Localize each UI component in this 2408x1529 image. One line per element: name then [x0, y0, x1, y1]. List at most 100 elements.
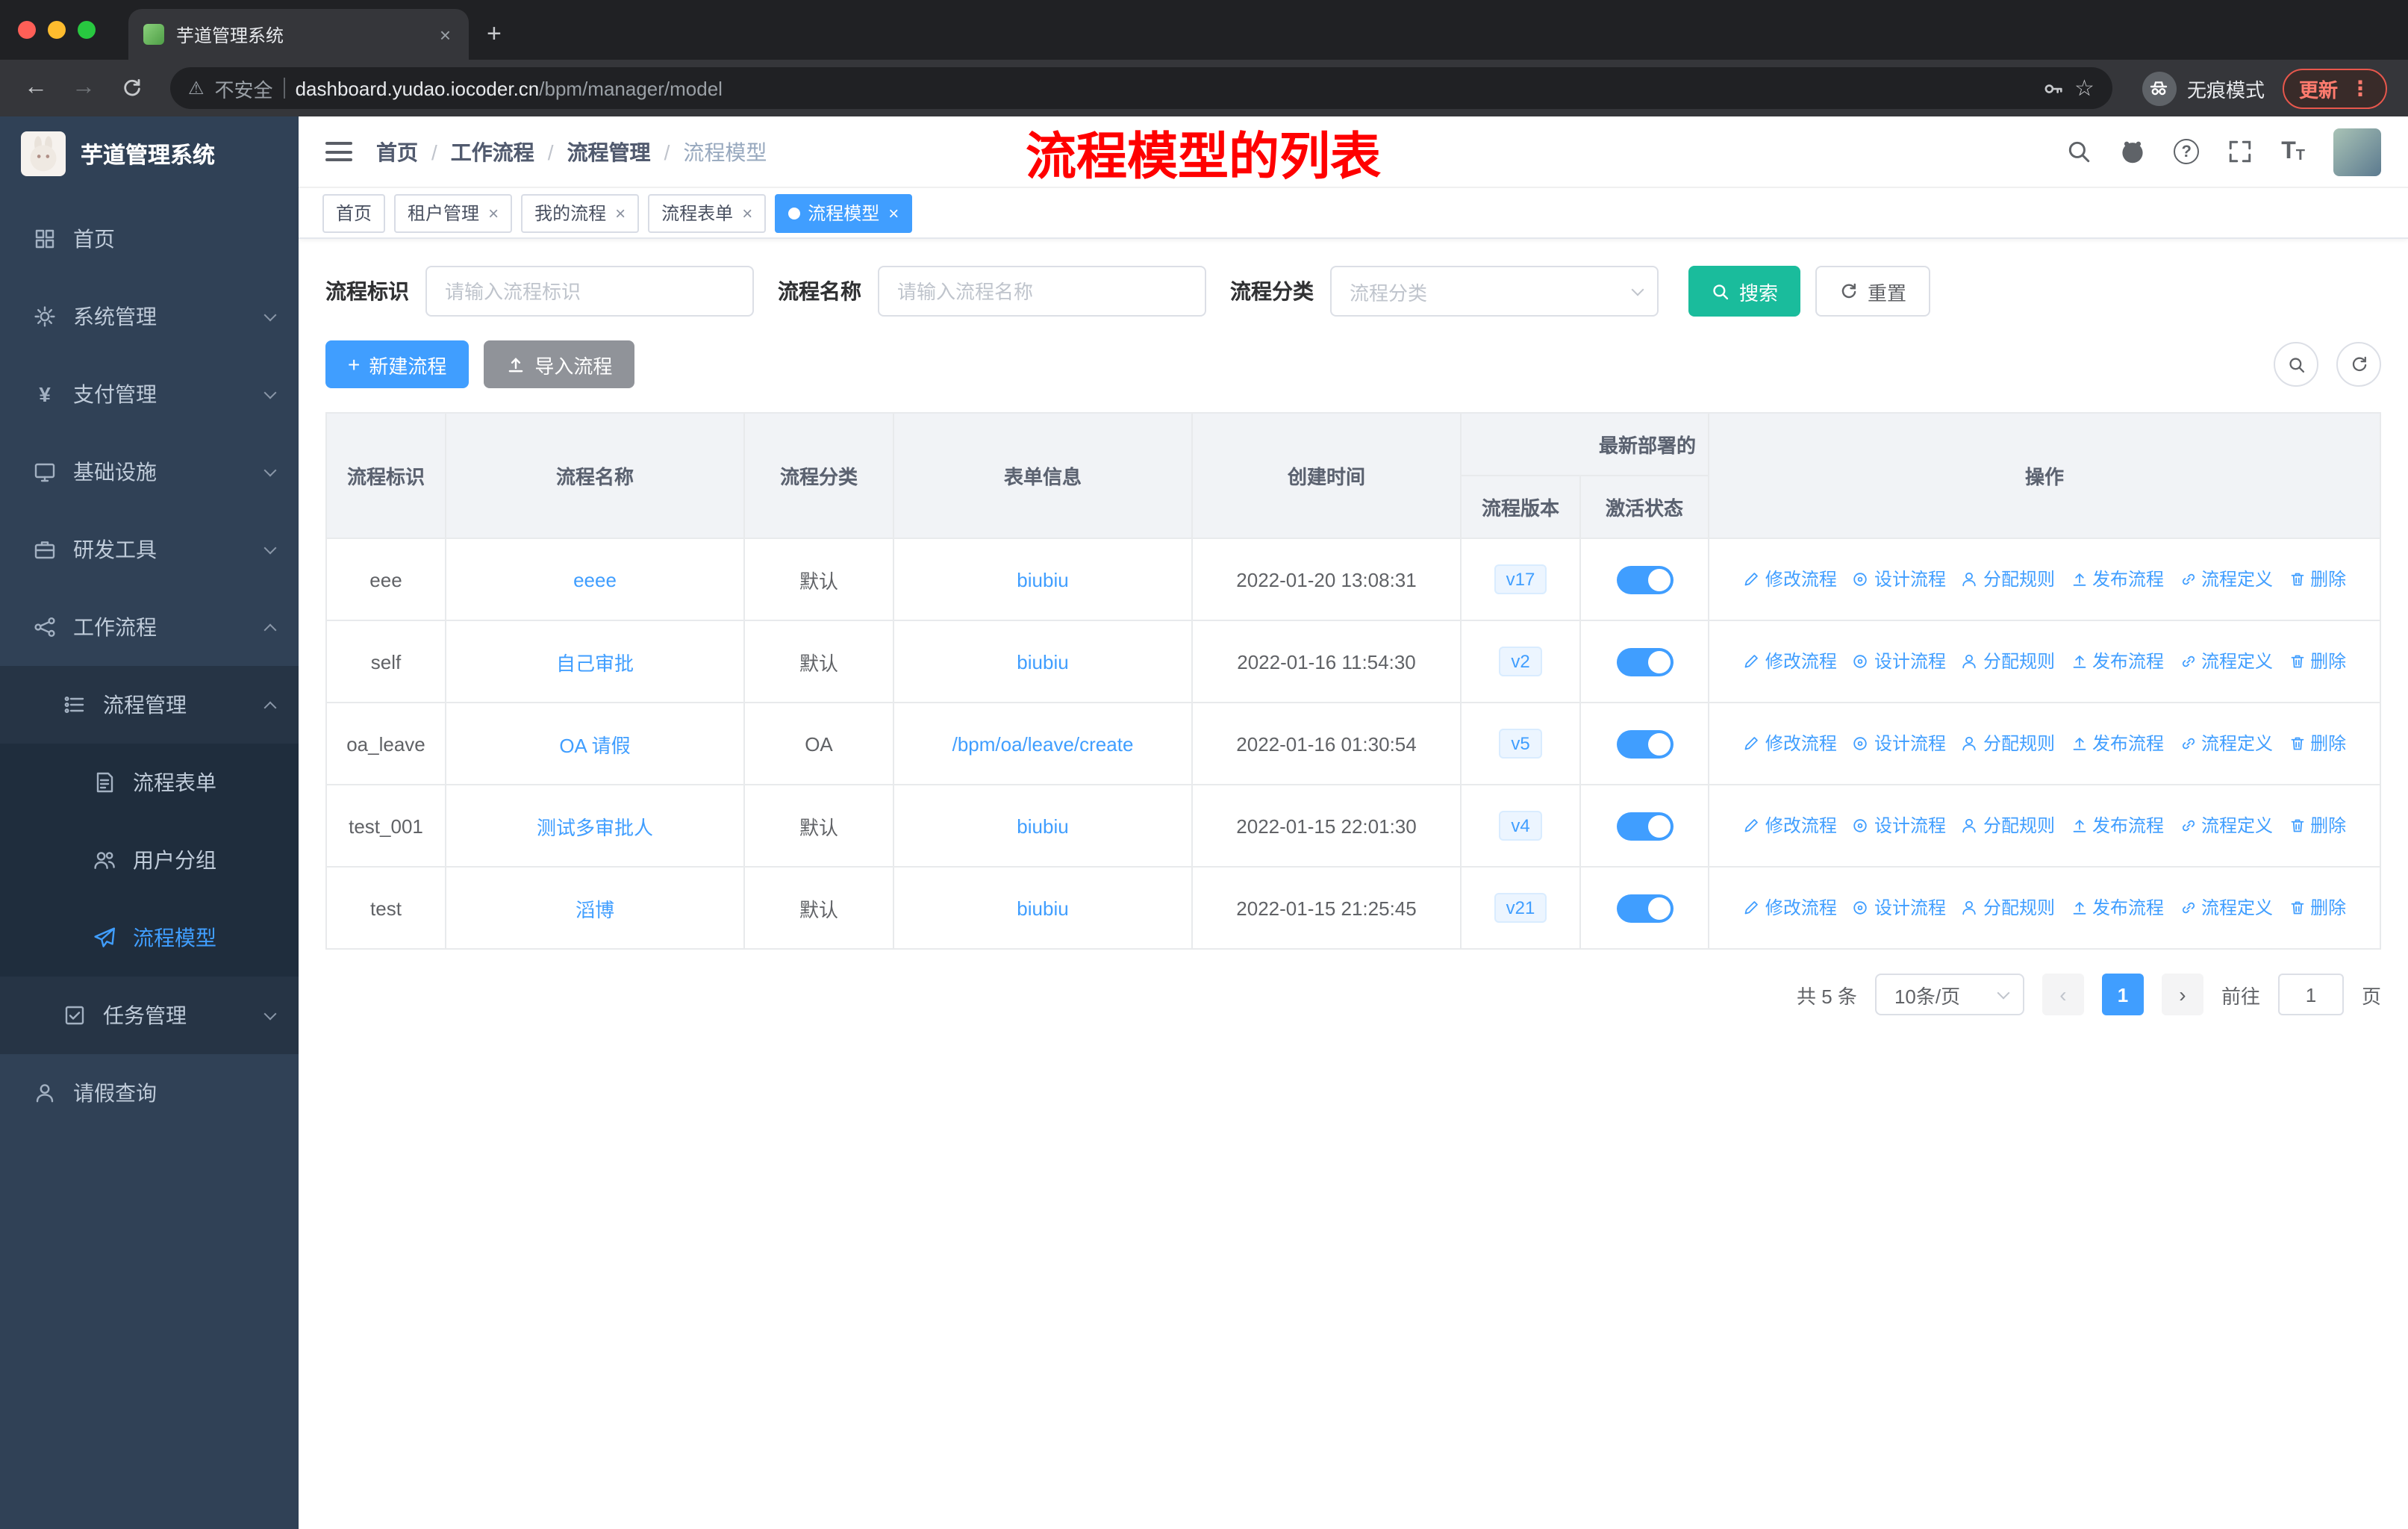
page-size-select[interactable]: 10条/页 [1874, 974, 2024, 1015]
action-assign-rule-link[interactable]: 分配规则 [1961, 567, 2055, 592]
active-toggle[interactable] [1616, 647, 1673, 676]
browser-menu-icon[interactable]: ⋮ [2350, 75, 2371, 101]
action-design-link[interactable]: 设计流程 [1852, 567, 1946, 592]
user-avatar[interactable] [2333, 128, 2381, 175]
sidebar-item-user-group[interactable]: 用户分组 [0, 821, 299, 899]
model-name-link[interactable]: OA 请假 [559, 734, 630, 756]
reload-button[interactable] [110, 67, 152, 109]
import-process-button[interactable]: 导入流程 [484, 340, 635, 388]
action-design-link[interactable]: 设计流程 [1852, 813, 1946, 838]
action-definition-link[interactable]: 流程定义 [2179, 567, 2273, 592]
back-button[interactable]: ← [15, 67, 57, 109]
create-process-button[interactable]: + 新建流程 [325, 340, 470, 388]
breadcrumb-workflow[interactable]: 工作流程 [451, 137, 534, 166]
sidebar-item-system-management[interactable]: 系统管理 [0, 278, 299, 355]
sidebar-item-home[interactable]: 首页 [0, 200, 299, 278]
github-icon[interactable] [2120, 139, 2145, 164]
browser-tab[interactable]: 芋道管理系统 × [128, 9, 469, 60]
action-publish-link[interactable]: 发布流程 [2070, 731, 2164, 756]
action-edit-link[interactable]: 修改流程 [1743, 813, 1837, 838]
form-info-link[interactable]: biubiu [1017, 815, 1068, 837]
tag-tenant-management[interactable]: 租户管理 × [394, 193, 513, 232]
password-key-icon[interactable] [2042, 77, 2064, 99]
action-assign-rule-link[interactable]: 分配规则 [1961, 731, 2055, 756]
action-publish-link[interactable]: 发布流程 [2070, 813, 2164, 838]
action-delete-link[interactable]: 删除 [2288, 649, 2346, 674]
form-info-link[interactable]: biubiu [1017, 650, 1068, 673]
help-icon[interactable]: ? [2174, 139, 2200, 164]
action-delete-link[interactable]: 删除 [2288, 731, 2346, 756]
action-definition-link[interactable]: 流程定义 [2179, 649, 2273, 674]
action-design-link[interactable]: 设计流程 [1852, 731, 1946, 756]
sidebar-item-dev-tools[interactable]: 研发工具 [0, 511, 299, 588]
sidebar-item-payment-management[interactable]: ¥ 支付管理 [0, 355, 299, 433]
action-assign-rule-link[interactable]: 分配规则 [1961, 813, 2055, 838]
action-edit-link[interactable]: 修改流程 [1743, 567, 1837, 592]
sidebar-item-task-management[interactable]: 任务管理 [0, 977, 299, 1054]
new-tab-button[interactable]: + [469, 9, 520, 60]
tab-close-icon[interactable]: × [437, 23, 454, 46]
search-button[interactable]: 搜索 [1688, 266, 1801, 317]
tag-my-process[interactable]: 我的流程 × [521, 193, 640, 232]
toggle-search-button[interactable] [2274, 342, 2318, 387]
action-definition-link[interactable]: 流程定义 [2179, 895, 2273, 921]
breadcrumb-home[interactable]: 首页 [376, 137, 418, 166]
page-number-button[interactable]: 1 [2101, 974, 2144, 1015]
action-edit-link[interactable]: 修改流程 [1743, 731, 1837, 756]
refresh-table-button[interactable] [2336, 342, 2381, 387]
sidebar-item-infrastructure[interactable]: 基础设施 [0, 433, 299, 511]
process-name-input[interactable] [878, 266, 1206, 317]
active-toggle[interactable] [1616, 812, 1673, 840]
action-assign-rule-link[interactable]: 分配规则 [1961, 649, 2055, 674]
action-delete-link[interactable]: 删除 [2288, 567, 2346, 592]
breadcrumb-process-management[interactable]: 流程管理 [567, 137, 651, 166]
action-delete-link[interactable]: 删除 [2288, 813, 2346, 838]
close-icon[interactable]: × [487, 202, 499, 223]
font-size-icon[interactable]: TT [2281, 139, 2305, 164]
action-publish-link[interactable]: 发布流程 [2070, 895, 2164, 921]
forward-button[interactable]: → [63, 67, 105, 109]
model-name-link[interactable]: eeee [573, 568, 617, 591]
process-key-input[interactable] [425, 266, 754, 317]
action-design-link[interactable]: 设计流程 [1852, 895, 1946, 921]
sidebar-item-leave-query[interactable]: 请假查询 [0, 1054, 299, 1132]
action-publish-link[interactable]: 发布流程 [2070, 649, 2164, 674]
tag-process-form[interactable]: 流程表单 × [648, 193, 767, 232]
action-definition-link[interactable]: 流程定义 [2179, 731, 2273, 756]
window-zoom-button[interactable] [78, 21, 96, 39]
sidebar-toggle-icon[interactable] [325, 142, 352, 161]
prev-page-button[interactable]: ‹ [2042, 974, 2084, 1015]
form-info-link[interactable]: biubiu [1017, 897, 1068, 919]
action-edit-link[interactable]: 修改流程 [1743, 649, 1837, 674]
reset-button[interactable]: 重置 [1815, 266, 1931, 317]
tag-home[interactable]: 首页 [322, 193, 386, 232]
model-name-link[interactable]: 自己审批 [556, 652, 634, 674]
update-button[interactable]: 更新 ⋮ [2282, 68, 2387, 108]
search-icon[interactable] [2066, 139, 2092, 164]
process-category-select[interactable]: 流程分类 [1330, 266, 1659, 317]
form-info-link[interactable]: /bpm/oa/leave/create [952, 732, 1134, 755]
action-definition-link[interactable]: 流程定义 [2179, 813, 2273, 838]
bookmark-star-icon[interactable]: ☆ [2074, 75, 2094, 102]
close-icon[interactable]: × [887, 202, 899, 223]
fullscreen-icon[interactable] [2227, 139, 2253, 164]
action-edit-link[interactable]: 修改流程 [1743, 895, 1837, 921]
address-bar[interactable]: ⚠ 不安全 dashboard.yudao.iocoder.cn/bpm/man… [170, 67, 2112, 109]
window-close-button[interactable] [18, 21, 36, 39]
action-design-link[interactable]: 设计流程 [1852, 649, 1946, 674]
active-toggle[interactable] [1616, 729, 1673, 758]
action-publish-link[interactable]: 发布流程 [2070, 567, 2164, 592]
action-assign-rule-link[interactable]: 分配规则 [1961, 895, 2055, 921]
next-page-button[interactable]: › [2161, 974, 2203, 1015]
window-minimize-button[interactable] [48, 21, 66, 39]
active-toggle[interactable] [1616, 894, 1673, 922]
sidebar-item-process-model[interactable]: 流程模型 [0, 899, 299, 977]
model-name-link[interactable]: 测试多审批人 [537, 816, 653, 838]
sidebar-item-process-form[interactable]: 流程表单 [0, 744, 299, 821]
close-icon[interactable]: × [740, 202, 752, 223]
sidebar-item-process-management[interactable]: 流程管理 [0, 666, 299, 744]
goto-page-input[interactable] [2277, 974, 2344, 1015]
model-name-link[interactable]: 滔博 [576, 898, 614, 921]
active-toggle[interactable] [1616, 565, 1673, 594]
action-delete-link[interactable]: 删除 [2288, 895, 2346, 921]
